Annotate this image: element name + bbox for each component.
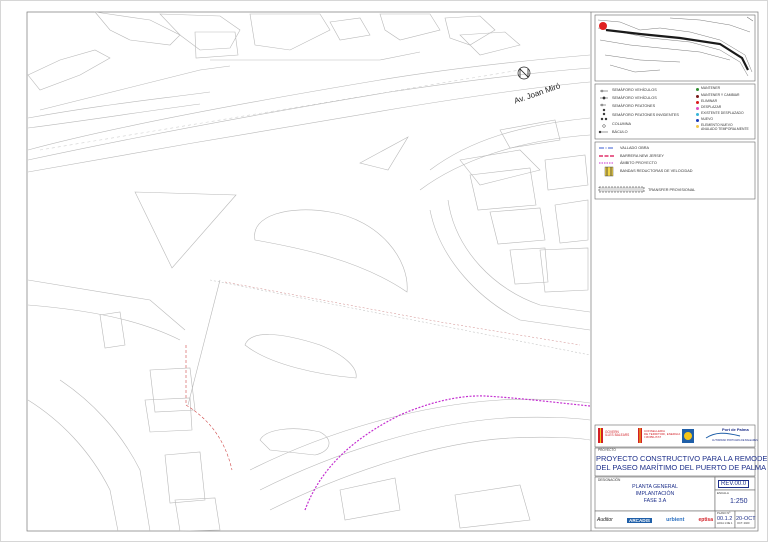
legend-status-item: MANTENER — [696, 86, 721, 91]
legend-item: SEMÁFORO PEATONES INVIDENTES — [612, 113, 679, 117]
company-logo: eptisa — [698, 517, 713, 523]
legend-status-item: NUEVO — [696, 117, 714, 122]
port-de-palma-logo: Port de Palma — [722, 427, 749, 432]
key-map-location-marker — [599, 22, 607, 30]
status-dot-icon — [696, 106, 699, 110]
autoridad-portuaria-logo: AUTORIDAD PORTUARIA DE BALEARES — [712, 439, 758, 442]
date-sub: OCT. 2020 — [737, 522, 750, 525]
legend-status-item: DESPLAZAR — [696, 105, 722, 110]
legend-status-item: EXISTENTE DESPLAZADO — [696, 111, 744, 116]
legend-status-label: NUEVO — [701, 117, 714, 121]
legend-status-item: ELIMINAR — [696, 99, 718, 104]
company-logo: urbient — [666, 517, 685, 523]
status-dot-icon — [696, 124, 699, 128]
status-dot-icon — [696, 118, 699, 122]
legend-item: BANDAS REDUCTORAS DE VELOCIDAD — [620, 169, 693, 173]
legend-item: VALLADO OBRA — [620, 146, 650, 150]
legend-status-label: MANTENER Y CAMBIAR — [701, 93, 740, 97]
legend-status-label: DESPLAZAR — [701, 105, 722, 109]
project-label: PROYECTO — [598, 448, 616, 452]
legend-item: SEMÁFORO PEATONES — [612, 104, 656, 108]
sheet-label: PLANO Nº — [717, 511, 731, 515]
legend-item: COLUMNA — [612, 122, 631, 126]
revision-badge: REV.00.0 — [718, 480, 750, 488]
scale-value: 1:250 — [730, 498, 748, 505]
legend-item: BÁCULO — [612, 130, 628, 134]
company-logo: Auditor — [597, 517, 613, 523]
drawing-sheet: Av. Joan Miró SEMÁFORO VEHÍCULOS SEMÁFOR… — [0, 0, 768, 542]
status-dot-icon — [696, 100, 699, 104]
conselleria-logo: CONSELLERIA DE TERRITORI, ENERGIA I MOBI… — [644, 429, 681, 439]
company-logo: ARCADIS — [627, 517, 652, 523]
legend-status-item: ELEMENTO NUEVO ANULADO TEMPORALMENTE — [696, 123, 749, 131]
key-map-frame — [594, 14, 756, 82]
project-title: PROYECTO CONSTRUCTIVO PARA LA REMODELACI… — [596, 454, 768, 473]
scale-label: ESCALA — [717, 491, 729, 495]
legend-status-label: MANTENER — [701, 86, 721, 90]
legend-item: SEMÁFORO VEHÍCULOS — [612, 88, 657, 92]
status-dot-icon — [696, 94, 699, 98]
legend-item: TRANSFER PROVISIONAL — [648, 188, 696, 192]
legend-item: BARRERA NEW JERSEY — [620, 154, 664, 158]
legend-item: SEMÁFORO VEHÍCULOS — [612, 96, 657, 100]
govern-logo: GOVERN ILLES BALEARS — [605, 430, 630, 438]
status-dot-icon — [696, 87, 699, 91]
legend-status-item: MANTENER Y CAMBIAR — [696, 93, 740, 98]
legend-status-label: ELIMINAR — [701, 99, 718, 103]
legend-status-label: ELEMENTO NUEVO ANULADO TEMPORALMENTE — [701, 123, 749, 131]
legend-item: ÁMBITO PROYECTO — [620, 161, 657, 165]
status-dot-icon — [696, 112, 699, 116]
legend-status-label: EXISTENTE DESPLAZADO — [701, 111, 744, 115]
drawing-title: PLANTA GENERAL IMPLANTACIÓN FASE 3.A — [632, 484, 678, 504]
companies-row: Auditor ARCADIS urbient eptisa — [597, 514, 713, 526]
drawing-label: DESIGNACIÓN — [598, 478, 621, 482]
sheet-sub: HOJA 1 DE 1 — [717, 522, 733, 525]
